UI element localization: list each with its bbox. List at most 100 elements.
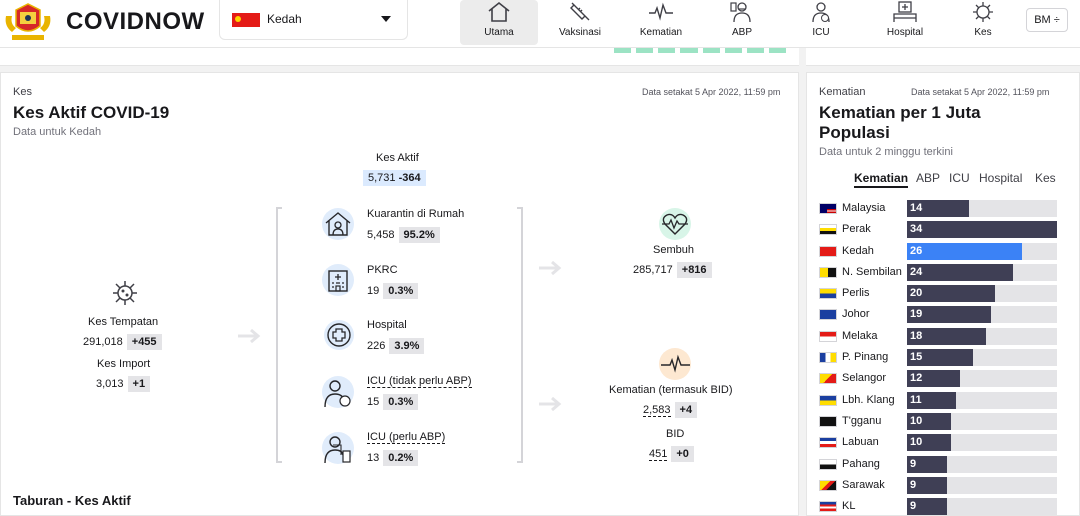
state-name: Labuan — [842, 436, 879, 449]
state-row[interactable]: Lbh. Klang 11 — [819, 391, 1069, 412]
language-selector[interactable]: BM ÷ — [1026, 8, 1068, 32]
bar-fill: 19 — [907, 306, 991, 324]
icu-ventilator-icon — [322, 432, 354, 464]
state-bar-chart: Malaysia 14 Perak 34 Kedah 26 N. Sembilan 24 Per… — [819, 199, 1069, 516]
nav-vaksinasi[interactable]: Vaksinasi — [541, 0, 619, 45]
nav-kes[interactable]: Kes — [944, 0, 1022, 45]
state-flag-icon — [819, 330, 837, 342]
state-flag-icon — [819, 437, 837, 449]
tab-kematian[interactable]: Kematian — [854, 171, 909, 188]
deaths-number[interactable]: 2,583 — [643, 404, 671, 417]
tab-hospital[interactable]: Hospital — [979, 171, 1022, 185]
state-row[interactable]: Kedah 26 — [819, 242, 1069, 263]
bar-track: 10 — [907, 434, 1057, 452]
import-cases-label: Kes Import — [97, 358, 151, 370]
state-row[interactable]: Sarawak 9 — [819, 476, 1069, 497]
bar-fill: 34 — [907, 221, 1057, 239]
state-name: Lbh. Klang — [842, 393, 895, 406]
nav-icu[interactable]: ICU — [782, 0, 860, 45]
state-row[interactable]: Labuan 10 — [819, 433, 1069, 454]
card-title: Kes Aktif COVID-19 — [13, 103, 170, 122]
local-cases-label: Kes Tempatan — [88, 316, 159, 328]
section-tag: Kematian — [819, 86, 866, 98]
data-updated-timestamp: Data setakat 5 Apr 2022, 11:59 pm — [642, 87, 781, 97]
bar-value: 9 — [910, 457, 917, 470]
nav-label: ICU — [812, 27, 830, 38]
state-flag-icon — [819, 266, 837, 278]
state-row[interactable]: Melaka 18 — [819, 327, 1069, 348]
hospital-bed-icon — [893, 1, 917, 22]
breakdown-label-icu-no-ventilator[interactable]: ICU (tidak perlu ABP) — [367, 375, 472, 388]
state-flag-icon — [819, 288, 837, 300]
bid-number[interactable]: 451 — [649, 448, 668, 461]
bar-fill: 26 — [907, 242, 1022, 260]
state-row[interactable]: Pahang 9 — [819, 455, 1069, 476]
deaths-per-million-card: Kematian Data setakat 5 Apr 2022, 11:59 … — [806, 72, 1080, 516]
breakdown-value-pkrc: 19 0.3% — [367, 283, 419, 299]
virus-cluster-icon — [113, 281, 137, 305]
tab-icu[interactable]: ICU — [949, 171, 970, 185]
active-total-label: Kes Aktif — [376, 152, 419, 164]
bar-value: 11 — [910, 393, 922, 406]
state-name: Selangor — [842, 372, 887, 385]
deaths-delta: +4 — [674, 402, 698, 418]
bar-value: 9 — [910, 478, 917, 491]
state-row[interactable]: Malaysia 14 — [819, 199, 1069, 220]
state-row[interactable]: Selangor 12 — [819, 369, 1069, 390]
state-row[interactable]: N. Sembilan 24 — [819, 263, 1069, 284]
heart-pulse-icon — [659, 208, 691, 240]
bar-fill: 11 — [907, 391, 956, 409]
state-row[interactable]: Perak 34 — [819, 220, 1069, 241]
brand-name[interactable]: COVIDNOW — [66, 8, 205, 36]
bar-track: 24 — [907, 263, 1057, 281]
nav-abp[interactable]: ABP — [703, 0, 781, 45]
nav-utama[interactable]: Utama — [460, 0, 538, 45]
nav-kematian[interactable]: Kematian — [622, 0, 700, 45]
state-row[interactable]: P. Pinang 15 — [819, 348, 1069, 369]
breakdown-label-icu-ventilator[interactable]: ICU (perlu ABP) — [367, 431, 446, 444]
bar-track: 9 — [907, 476, 1057, 494]
virus-icon — [973, 2, 993, 22]
state-name: N. Sembilan — [842, 265, 902, 278]
bar-value: 9 — [910, 500, 917, 513]
breakdown-value-icu-ventilator: 13 0.2% — [367, 450, 419, 466]
quarantine-centre-icon — [322, 264, 354, 296]
state-name: Johor — [842, 308, 870, 321]
nav-hospital[interactable]: Hospital — [866, 0, 944, 45]
breakdown-label-pkrc: PKRC — [367, 264, 398, 276]
bar-track: 26 — [907, 242, 1057, 260]
import-cases-value: 3,013 +1 — [96, 376, 151, 392]
breakdown-value-home: 5,458 95.2% — [367, 227, 440, 243]
state-flag-icon — [819, 309, 837, 321]
state-row[interactable]: T'gganu 10 — [819, 412, 1069, 433]
card-title-line: Kematian per 1 Juta — [819, 103, 981, 122]
state-selector[interactable]: Kedah — [219, 0, 408, 40]
state-flag-icon — [819, 415, 837, 427]
state-flag-icon — [819, 203, 837, 214]
state-name: Kedah — [842, 244, 874, 257]
bar-track: 19 — [907, 306, 1057, 324]
local-cases-number: 291,018 — [83, 336, 123, 348]
active-cases-card: Kes Data setakat 5 Apr 2022, 11:59 pm Ke… — [0, 72, 799, 516]
state-row[interactable]: Johor 19 — [819, 305, 1069, 326]
bar-fill: 14 — [907, 200, 969, 217]
bar-value: 12 — [910, 372, 923, 385]
local-cases-value: 291,018 +455 — [83, 334, 162, 350]
bid-delta: +0 — [671, 446, 694, 462]
bar-value: 15 — [910, 351, 923, 364]
recovered-value: 285,717 +816 — [633, 262, 712, 278]
import-cases-number: 3,013 — [96, 378, 124, 390]
malaysia-coat-of-arms-logo[interactable] — [2, 2, 54, 42]
bar-value: 20 — [910, 287, 923, 300]
home-quarantine-icon — [322, 208, 354, 240]
breakdown-value-hospital: 226 3.9% — [367, 338, 425, 354]
active-total-value: 5,731 -364 — [363, 170, 426, 186]
state-row[interactable]: Perlis 20 — [819, 284, 1069, 305]
tab-abp[interactable]: ABP — [916, 171, 940, 185]
state-row[interactable]: KL 9 — [819, 497, 1069, 516]
tab-kes[interactable]: Kes — [1035, 171, 1056, 185]
breakdown-number: 19 — [367, 285, 380, 297]
arrow-right-icon — [238, 329, 261, 343]
bar-track: 15 — [907, 349, 1057, 367]
bar-track: 18 — [907, 327, 1057, 345]
